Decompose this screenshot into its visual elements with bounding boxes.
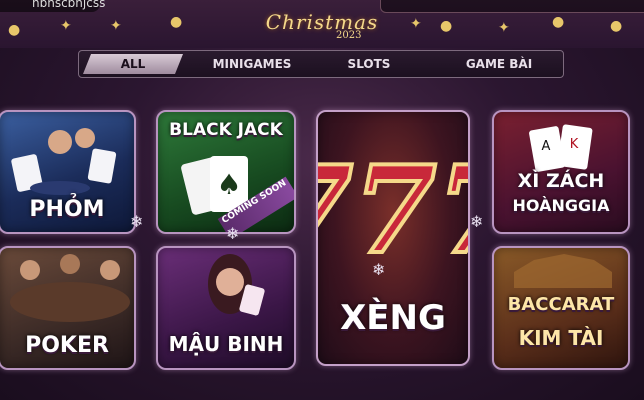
game-card-xeng[interactable]: 777 XÈNG — [316, 110, 470, 366]
star-ornament-icon: ✦ — [498, 20, 510, 36]
game-card-baccarat[interactable]: BACCARAT KIM TÀI — [492, 246, 630, 370]
star-ornament-icon: ✦ — [60, 18, 72, 34]
tab-all[interactable]: ALL — [83, 54, 183, 74]
tab-slots[interactable]: SLOTS — [329, 54, 409, 74]
logo-text: Christmas — [265, 10, 379, 34]
game-title: XÈNG — [340, 298, 446, 338]
game-title: MẬU BINH — [168, 332, 284, 356]
svg-text:♠: ♠ — [216, 168, 241, 201]
category-tabs: ALL MINIGAMES SLOTS GAME BÀI — [78, 50, 564, 78]
game-card-maubinh[interactable]: MẬU BINH — [156, 246, 296, 370]
header-right-panel — [380, 0, 644, 13]
snowflake-icon: ❄ — [470, 212, 484, 231]
bauble-ornament-icon: ● — [8, 22, 21, 38]
game-title-line2: KIM TÀI — [518, 326, 604, 350]
game-title-line2: HOÀNGGIA — [512, 196, 610, 215]
cards-hands-art — [11, 128, 117, 195]
star-ornament-icon: ✦ — [410, 16, 422, 32]
tab-game-bai[interactable]: GAME BÀI — [449, 54, 549, 74]
palace-art — [514, 254, 612, 288]
art-text: 777 — [318, 140, 470, 281]
game-card-poker[interactable]: POKER — [0, 246, 136, 370]
tab-minigames[interactable]: MINIGAMES — [197, 54, 307, 74]
game-title: POKER — [25, 333, 109, 358]
game-card-blackjack[interactable]: BLACK JACK ♠ COMING SOON — [156, 110, 296, 234]
dealer-woman-art — [208, 254, 265, 316]
snowflake-icon: ❄ — [226, 224, 240, 243]
bauble-ornament-icon: ● — [170, 14, 183, 30]
bauble-ornament-icon: ● — [552, 14, 565, 30]
christmas-logo: Christmas 2023 — [236, 0, 408, 52]
header-bar: hbhscbhjcss ✦ ● ✦ ● ✦ ● ● ● ✦ Christmas … — [0, 0, 644, 48]
snowflake-icon: ❄ — [372, 260, 386, 279]
star-ornament-icon: ✦ — [110, 18, 122, 34]
game-title-line1: BACCARAT — [507, 294, 615, 315]
logo-year: 2023 — [336, 30, 362, 41]
bauble-ornament-icon: ● — [610, 18, 623, 34]
triple-seven-art: 777 — [318, 138, 470, 283]
username-label[interactable]: hbhscbhjcss — [0, 0, 105, 12]
svg-text:K: K — [570, 137, 579, 152]
game-title: PHỎM — [29, 197, 105, 222]
poker-table-art — [10, 254, 130, 322]
game-card-xizach[interactable]: A K XÌ ZÁCH HOÀNGGIA — [492, 110, 630, 234]
bauble-ornament-icon: ● — [440, 18, 453, 34]
game-title: BLACK JACK — [169, 120, 283, 140]
game-title-line1: XÌ ZÁCH — [517, 170, 605, 192]
game-card-phom[interactable]: PHỎM — [0, 110, 136, 234]
snowflake-icon: ❄ — [130, 212, 144, 231]
svg-text:A: A — [542, 139, 551, 154]
